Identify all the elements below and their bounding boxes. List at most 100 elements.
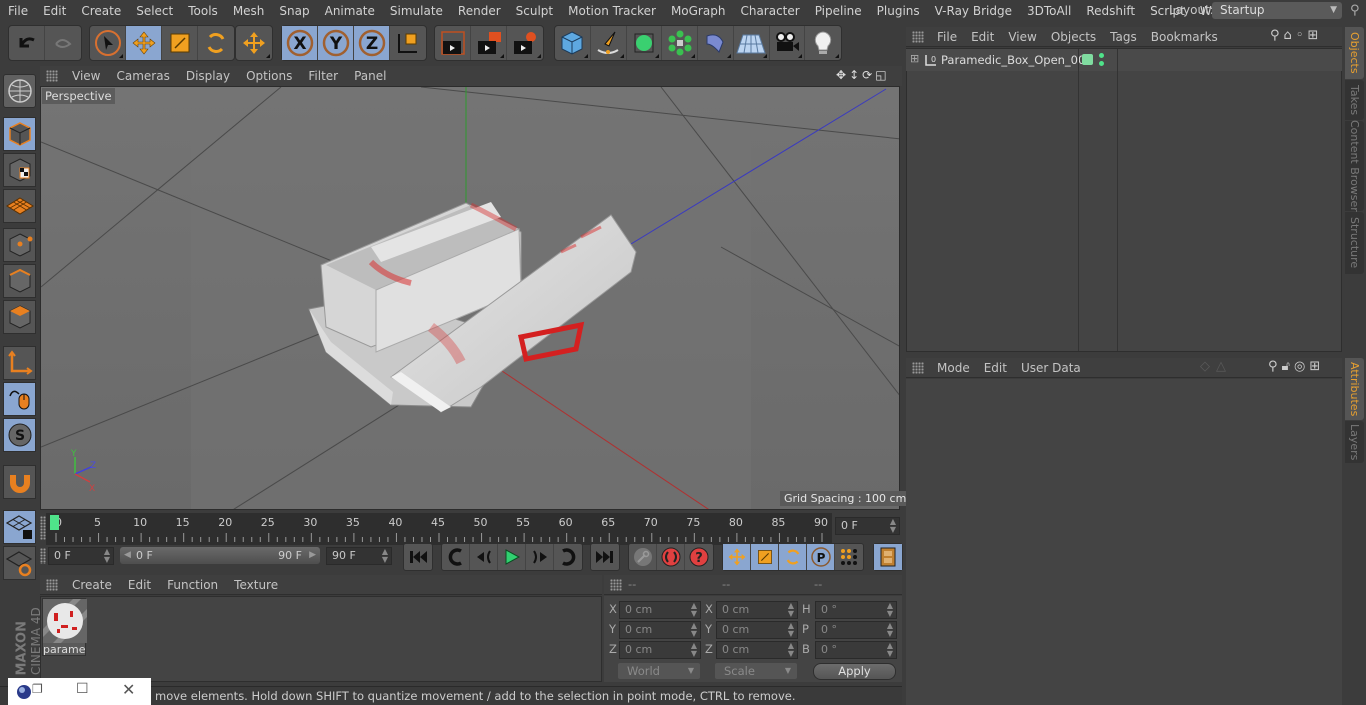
goto-end-button[interactable] bbox=[591, 544, 619, 570]
points-mode-button[interactable] bbox=[3, 228, 36, 262]
coordinate-value-field[interactable]: 0 ° ▲ ▼ bbox=[815, 621, 897, 639]
start-frame-field[interactable]: 0 F ▲ ▼ bbox=[48, 547, 114, 565]
deformer-button[interactable] bbox=[698, 26, 734, 60]
range-left-arrow-icon[interactable]: ◀ bbox=[124, 547, 131, 564]
up-arrow-icon[interactable]: △ bbox=[1216, 359, 1232, 374]
target-icon[interactable]: ◎ bbox=[1294, 359, 1309, 374]
subdivision-button[interactable] bbox=[627, 26, 663, 60]
keyframe-selection-button[interactable]: ? bbox=[685, 544, 713, 570]
model-mode-button[interactable] bbox=[3, 117, 36, 151]
menu-file[interactable]: File bbox=[0, 4, 35, 18]
menu-plugins[interactable]: Plugins bbox=[869, 4, 927, 18]
viewport-menu-panel[interactable]: Panel bbox=[346, 69, 394, 83]
tab-objects[interactable]: Objects bbox=[1345, 27, 1364, 79]
playhead-marker[interactable] bbox=[50, 515, 59, 530]
viewport-menu-view[interactable]: View bbox=[64, 69, 108, 83]
viewport-menu-filter[interactable]: Filter bbox=[300, 69, 346, 83]
attribute-menu-edit[interactable]: Edit bbox=[977, 361, 1014, 375]
texture-mode-button[interactable] bbox=[3, 153, 36, 187]
scale-button[interactable] bbox=[162, 26, 198, 60]
previous-frame-button[interactable] bbox=[470, 544, 498, 570]
editor-visibility-dot[interactable] bbox=[1099, 53, 1104, 58]
apply-button[interactable]: Apply bbox=[813, 663, 896, 680]
end-frame-field[interactable]: 90 F ▲ ▼ bbox=[326, 547, 392, 565]
panel-grip-icon[interactable] bbox=[912, 361, 924, 374]
menu-snap[interactable]: Snap bbox=[271, 4, 316, 18]
object-menu-bookmarks[interactable]: Bookmarks bbox=[1144, 30, 1225, 44]
render-view-button[interactable] bbox=[471, 26, 507, 60]
menu-animate[interactable]: Animate bbox=[317, 4, 382, 18]
cube-button[interactable] bbox=[555, 26, 591, 60]
material-menu-create[interactable]: Create bbox=[64, 578, 120, 592]
pan-icon[interactable]: ✥ bbox=[836, 68, 849, 82]
coordinate-value-field[interactable]: 0 cm ▲ ▼ bbox=[716, 621, 798, 639]
viewport-menu-cameras[interactable]: Cameras bbox=[108, 69, 177, 83]
goto-start-button[interactable] bbox=[404, 544, 432, 570]
coordinate-value-field[interactable]: 0 cm ▲ ▼ bbox=[619, 641, 701, 659]
floor-button[interactable] bbox=[734, 26, 770, 60]
polygons-mode-button[interactable] bbox=[3, 300, 36, 334]
lock-icon[interactable]: 🔓︎ bbox=[1282, 359, 1294, 374]
object-row[interactable]: ⊞ 0 Paramedic_Box_Open_001 bbox=[906, 49, 1342, 71]
workplane-button[interactable] bbox=[3, 189, 36, 223]
y-axis-lock-button[interactable]: Y bbox=[318, 26, 354, 60]
render-visibility-dot[interactable] bbox=[1099, 61, 1104, 66]
timeline-window-button[interactable] bbox=[874, 544, 902, 570]
x-axis-lock-button[interactable]: X bbox=[282, 26, 318, 60]
tab-takes[interactable]: Takes bbox=[1345, 80, 1364, 120]
rotate-button[interactable] bbox=[198, 26, 234, 60]
menu-tools[interactable]: Tools bbox=[180, 4, 225, 18]
scale-mode-select[interactable]: Scale ▼ bbox=[715, 663, 797, 679]
panel-grip-icon[interactable] bbox=[46, 70, 58, 82]
rotation-track-button[interactable] bbox=[779, 544, 807, 570]
menu-render[interactable]: Render bbox=[450, 4, 508, 18]
menu-mesh[interactable]: Mesh bbox=[225, 4, 272, 18]
snap-button[interactable] bbox=[3, 465, 36, 499]
render-region-button[interactable] bbox=[435, 26, 471, 60]
camera-button[interactable] bbox=[770, 26, 806, 60]
coordinate-mode-select[interactable]: World ▼ bbox=[618, 663, 700, 679]
lock-workplane-button[interactable] bbox=[3, 510, 36, 544]
layout-select[interactable]: Startup ▼ bbox=[1212, 2, 1342, 19]
coordinate-value-field[interactable]: 0 cm ▲ ▼ bbox=[716, 641, 798, 659]
solo-button[interactable]: S bbox=[3, 418, 36, 452]
tab-structure[interactable]: Structure bbox=[1345, 212, 1364, 274]
eye-icon[interactable]: ◦ bbox=[1296, 28, 1308, 43]
previous-key-button[interactable] bbox=[442, 544, 470, 570]
menu-3dtoall[interactable]: 3DToAll bbox=[1019, 4, 1078, 18]
restore-icon[interactable]: ❐ bbox=[32, 682, 43, 696]
material-menu-function[interactable]: Function bbox=[159, 578, 226, 592]
coordinate-value-field[interactable]: 0 cm ▲ ▼ bbox=[619, 621, 701, 639]
parameter-track-button[interactable]: P bbox=[807, 544, 835, 570]
viewport-menu-options[interactable]: Options bbox=[238, 69, 300, 83]
object-menu-tags[interactable]: Tags bbox=[1103, 30, 1144, 44]
menu-mograph[interactable]: MoGraph bbox=[663, 4, 733, 18]
axis-mode-button[interactable] bbox=[3, 346, 36, 380]
maximize-icon[interactable]: ☐ bbox=[76, 681, 89, 697]
light-button[interactable] bbox=[805, 26, 841, 60]
viewport-3d[interactable]: Y Z X bbox=[40, 86, 900, 510]
menu-sculpt[interactable]: Sculpt bbox=[508, 4, 560, 18]
expand-icon[interactable]: ⊞ bbox=[910, 52, 919, 65]
next-frame-button[interactable] bbox=[526, 544, 554, 570]
live-selection-button[interactable] bbox=[90, 26, 126, 60]
menu-v-ray-bridge[interactable]: V-Ray Bridge bbox=[927, 4, 1019, 18]
home-icon[interactable]: ⌂ bbox=[1284, 28, 1296, 43]
object-menu-objects[interactable]: Objects bbox=[1044, 30, 1103, 44]
new-panel-icon[interactable]: ⊞ bbox=[1307, 28, 1322, 43]
coordinate-system-button[interactable] bbox=[390, 26, 426, 60]
new-panel-icon[interactable]: ⊞ bbox=[1309, 359, 1324, 374]
next-key-button[interactable] bbox=[554, 544, 582, 570]
material-menu-edit[interactable]: Edit bbox=[120, 578, 159, 592]
cloner-button[interactable] bbox=[662, 26, 698, 60]
dolly-icon[interactable]: ↕ bbox=[849, 68, 862, 82]
tab-content-browser[interactable]: Content Browser bbox=[1345, 120, 1364, 212]
tweak-mode-button[interactable] bbox=[3, 382, 36, 416]
search-icon[interactable]: ⚲ bbox=[1350, 3, 1360, 18]
record-key-button[interactable] bbox=[629, 544, 657, 570]
attribute-menu-mode[interactable]: Mode bbox=[930, 361, 977, 375]
scale-track-button[interactable] bbox=[751, 544, 779, 570]
menu-redshift[interactable]: Redshift bbox=[1078, 4, 1142, 18]
tab-layers[interactable]: Layers bbox=[1345, 421, 1364, 463]
object-list[interactable] bbox=[906, 48, 1342, 352]
